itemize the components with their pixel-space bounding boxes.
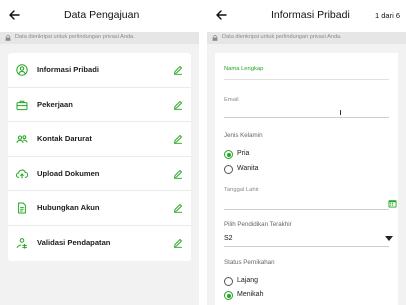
marital-option-label: Lajang — [237, 277, 259, 284]
gender-radio-pria[interactable] — [224, 150, 233, 159]
marital-radio-lajang[interactable] — [224, 277, 233, 286]
email-field[interactable] — [224, 117, 389, 118]
menu-item-label: Kontak Darurat — [37, 134, 92, 143]
back-arrow-icon[interactable] — [215, 9, 227, 21]
edit-icon[interactable] — [173, 203, 183, 213]
edit-icon[interactable] — [173, 65, 183, 75]
gender-label: Jenis Kelamin — [224, 132, 263, 139]
page-title: Data Pengajuan — [64, 9, 140, 21]
menu-item-income-validation[interactable]: Validasi Pendapatan — [8, 226, 191, 261]
menu-item-label: Pekerjaan — [37, 99, 73, 109]
edit-icon[interactable] — [173, 238, 183, 248]
education-value[interactable]: S2 — [224, 235, 233, 242]
email-label: Email — [224, 97, 239, 103]
menu-item-job[interactable]: Pekerjaan — [8, 88, 191, 122]
menu-item-upload-documents[interactable]: Upload Dokumen — [8, 157, 191, 191]
page-title: Informasi Pribadi — [271, 9, 350, 21]
gender-option-label: Wanita — [237, 165, 259, 172]
menu-item-emergency-contact[interactable]: Kontak Darurat — [8, 122, 191, 157]
privacy-banner: Data dienkripsi untuk perlindungan priva… — [207, 32, 406, 44]
cloud-upload-icon — [16, 169, 28, 178]
back-arrow-icon[interactable] — [8, 9, 20, 21]
birth-date-label: Tanggal Lahir — [224, 187, 259, 193]
education-label: Pilih Pendidikan Terakhir — [224, 221, 292, 228]
edit-icon[interactable] — [173, 169, 183, 179]
marital-radio-menikah[interactable] — [224, 291, 233, 300]
user-icon — [16, 64, 28, 76]
informasi-pribadi-screen: Informasi Pribadi 1 dari 6 Data dienkrip… — [207, 0, 406, 305]
full-name-field[interactable] — [224, 79, 389, 80]
menu-item-personal-info[interactable]: Informasi Pribadi — [8, 53, 191, 88]
full-name-label: Nama Lengkap — [224, 66, 264, 72]
calendar-icon[interactable] — [388, 199, 397, 208]
gender-radio-wanita[interactable] — [224, 165, 233, 174]
step-indicator: 1 dari 6 — [374, 11, 400, 20]
contacts-icon — [16, 135, 28, 143]
dropdown-caret-icon[interactable] — [385, 236, 393, 241]
edit-icon[interactable] — [173, 134, 183, 144]
menu-item-connect-account[interactable]: Hubungkan Akun — [8, 191, 191, 226]
app-bar: Informasi Pribadi 1 dari 6 — [207, 0, 406, 32]
income-icon — [16, 237, 27, 249]
privacy-banner: Data dienkripsi untuk perlindungan priva… — [0, 32, 199, 44]
briefcase-icon — [16, 100, 28, 110]
menu-item-label: Informasi Pribadi — [37, 65, 100, 74]
data-pengajuan-screen: Data Pengajuan Data dienkripsi untuk per… — [0, 0, 199, 305]
edit-icon[interactable] — [173, 100, 183, 110]
app-root: Data Pengajuan Data dienkripsi untuk per… — [0, 0, 406, 305]
personal-info-form: Nama Lengkap Email Jenis Kelamin Pria Wa… — [215, 53, 398, 305]
gender-option-label: Pria — [237, 150, 250, 157]
menu-item-label: Hubungkan Akun — [37, 203, 100, 212]
menu-item-label: Validasi Pendapatan — [37, 237, 111, 247]
marital-option-label: Menikah — [237, 291, 264, 298]
marital-status-label: Status Pernikahan — [224, 259, 275, 266]
education-select[interactable] — [224, 246, 389, 247]
app-bar: Data Pengajuan — [0, 0, 199, 32]
privacy-notice: Data dienkripsi untuk perlindungan priva… — [15, 34, 135, 40]
menu-item-label: Upload Dokumen — [37, 168, 100, 178]
birth-date-field[interactable] — [224, 209, 389, 210]
lock-icon — [212, 35, 218, 41]
document-icon — [18, 202, 26, 214]
lock-icon — [5, 35, 11, 41]
privacy-notice: Data dienkripsi untuk perlindungan priva… — [222, 34, 342, 40]
application-menu: Informasi Pribadi Pekerjaan Kontak Darur… — [8, 53, 191, 261]
text-cursor — [340, 110, 341, 115]
